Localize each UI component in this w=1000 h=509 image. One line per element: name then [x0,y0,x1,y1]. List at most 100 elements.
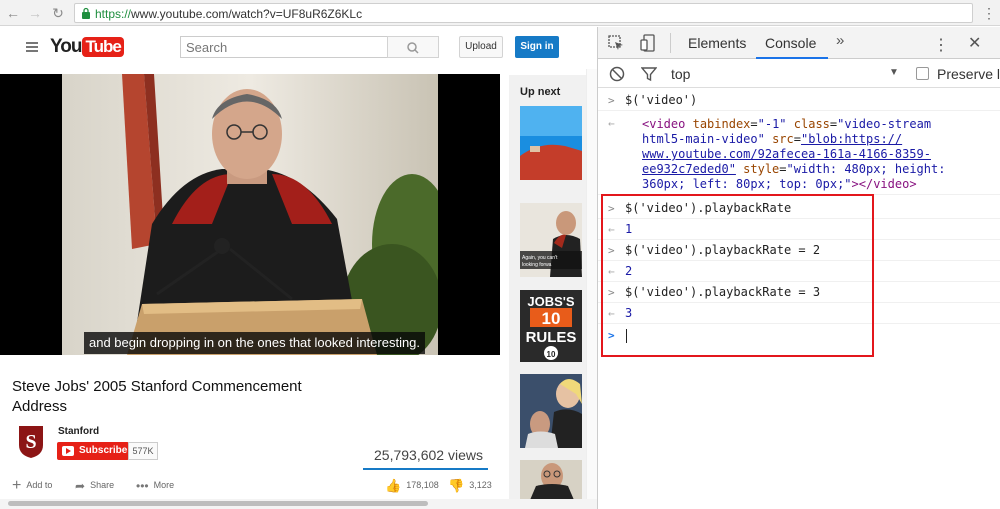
plus-icon: + [12,476,22,494]
upload-button[interactable]: Upload [459,36,503,58]
search-button[interactable] [387,36,439,58]
output-arrow-icon: ← [608,265,615,278]
reload-icon[interactable]: ↻ [49,4,67,22]
dislike-button[interactable]: 👎 3,123 [448,478,492,492]
address-bar[interactable]: https:// www.youtube.com/watch?v=UF8uR6Z… [74,3,973,23]
tab-divider [670,33,671,53]
sign-in-button[interactable]: Sign in [515,36,559,58]
console-output[interactable]: > $('video') ← <video tabindex="-1" clas… [598,89,1000,509]
console-prompt[interactable]: > [598,324,1000,348]
active-prompt-icon: > [608,329,615,342]
share-button[interactable]: ➦ Share [75,478,115,493]
dropdown-arrow-icon[interactable]: ▼ [889,67,899,78]
search-input[interactable] [180,36,388,58]
input-prompt-icon: > [608,244,615,257]
console-output-value: 1 [625,222,633,236]
thumb-text-jobs: JOBS'S [527,294,574,309]
logo-you: You [50,36,83,57]
preserve-log-checkbox[interactable] [916,67,929,80]
console-entry: > $('video').playbackRate [598,198,1000,219]
up-next-thumbnail-2[interactable]: Again, you can't looking forwa [520,203,582,277]
hamburger-menu-icon[interactable] [26,42,38,52]
logo-tube: Tube [82,37,124,57]
tab-console[interactable]: Console [765,35,816,51]
subscribe-button[interactable]: Subscribe [57,442,129,460]
output-arrow-icon: ← [608,307,615,320]
console-output-value: 2 [625,264,633,278]
thumb-text-rules: RULES [526,329,577,346]
thumbs-up-icon: 👍 [385,477,402,493]
console-entry: ← 3 [598,303,1000,324]
devtools-panel: Elements Console » ⋮ ✕ top ▼ Preserve l … [597,27,1000,509]
close-icon[interactable]: ✕ [968,33,981,53]
channel-name[interactable]: Stanford [58,426,99,437]
url-text: www.youtube.com/watch?v=UF8uR6Z6KLc [131,7,363,21]
up-next-thumbnail-5[interactable] [520,460,582,500]
console-input-text: $('video').playbackRate = 3 [625,285,821,299]
video-player[interactable]: and begin dropping in on the ones that l… [0,74,500,355]
url-scheme: https:// [95,7,132,21]
input-prompt-icon: > [608,94,615,107]
more-label: More [153,480,175,490]
console-entry: > $('video').playbackRate = 2 [598,240,1000,261]
share-label: Share [90,480,115,490]
console-input-text: $('video').playbackRate = 2 [625,243,821,257]
kebab-menu-icon[interactable]: ⋮ [982,4,996,22]
output-arrow-icon: ← [608,223,615,236]
console-entry: > $('video').playbackRate = 3 [598,282,1000,303]
text-caret [626,329,627,343]
back-icon[interactable]: ← [4,4,22,22]
thumbs-down-icon: 👎 [448,477,465,493]
scrollbar-thumb[interactable] [8,501,428,506]
console-entry: ← 2 [598,261,1000,282]
more-button[interactable]: ••• More [136,478,175,493]
up-next-thumbnail-1[interactable] [520,106,582,180]
double-chevron-right-icon[interactable]: » [836,32,844,49]
active-tab-indicator [756,57,828,59]
console-entry: ← <video tabindex="-1" class="video-stre… [598,111,1000,195]
stanford-logo-icon[interactable]: S [18,425,44,459]
thumbnail-caption-2: looking forwa [522,262,552,268]
filter-icon[interactable] [641,66,657,82]
input-prompt-icon: > [608,286,615,299]
element-output[interactable]: <video tabindex="-1" class="video-stream… [642,117,945,192]
share-arrow-icon: ➦ [75,478,86,493]
console-entry: ← 1 [598,219,1000,240]
youtube-play-icon [62,446,74,456]
page-scrollbar[interactable] [586,69,597,509]
console-input-text: $('video') [625,93,698,107]
console-entry: > $('video') [598,89,1000,111]
svg-text:S: S [25,431,36,453]
like-button[interactable]: 👍 178,108 [385,478,439,492]
up-next-thumbnail-4[interactable] [520,374,582,448]
preserve-log-label: Preserve l [937,66,1000,82]
video-frame [62,74,438,355]
add-to-label: Add to [26,480,53,490]
horizontal-scrollbar[interactable] [0,499,597,509]
thumb-badge: 10 [547,350,556,359]
like-count: 178,108 [406,480,439,490]
browser-toolbar: ← → ↻ https:// www.youtube.com/watch?v=U… [0,0,1000,26]
thumbnail-caption: Again, you can't [522,255,558,261]
device-toolbar-icon[interactable] [640,34,656,52]
up-next-thumbnail-3[interactable]: JOBS'S 10 RULES 10 [520,290,582,362]
video-title: Steve Jobs' 2005 Stanford Commencement A… [12,378,302,415]
search-icon [407,42,419,54]
more-dots-icon: ••• [136,478,149,493]
youtube-logo[interactable]: You Tube [50,36,124,58]
add-to-button[interactable]: + Add to [12,476,53,494]
youtube-header: YouTube Upload Sign in [0,27,597,69]
subscriber-count: 577K [128,442,158,460]
inspect-element-icon[interactable] [608,35,624,51]
console-output-value: 3 [625,306,633,320]
devtools-tab-bar: Elements Console » ⋮ ✕ [598,27,1000,59]
up-next-label: Up next [520,86,561,98]
console-input-text: $('video').playbackRate [625,201,792,215]
context-select[interactable]: top [671,66,690,82]
tab-elements[interactable]: Elements [688,35,746,51]
devtools-menu-icon[interactable]: ⋮ [933,35,949,55]
forward-icon[interactable]: → [26,4,44,22]
thumb-text-ten: 10 [542,309,561,328]
output-arrow-icon: ← [608,117,615,130]
clear-console-icon[interactable] [609,66,625,82]
